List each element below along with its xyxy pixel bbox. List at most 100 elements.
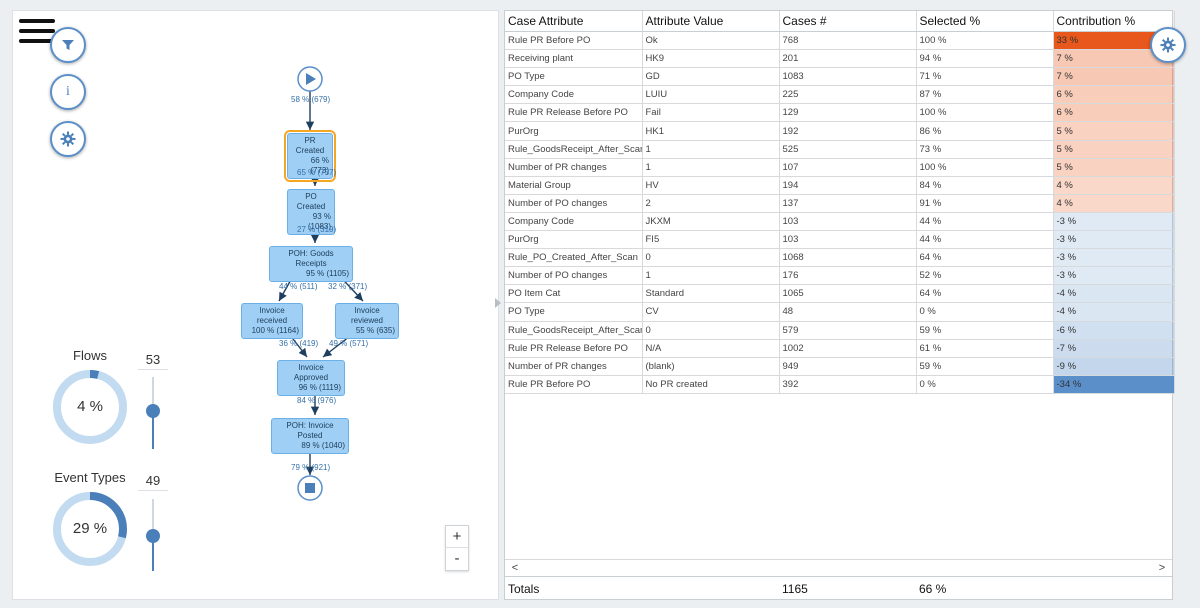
table-row[interactable]: Number of PO changes 1 176 52 % -3 % [505, 266, 1175, 286]
cell-case-attribute: PO Item Cat [505, 284, 643, 304]
cell-cases: 103 [779, 230, 917, 250]
cell-attribute-value: 1 [642, 140, 780, 159]
cell-case-attribute: Rule PR Release Before PO [505, 103, 643, 123]
cell-case-attribute: Number of PR changes [505, 158, 643, 177]
table-row[interactable]: PO Type CV 48 0 % -4 % [505, 302, 1175, 322]
table-row[interactable]: Rule PR Before PO No PR created 392 0 % -34 … [505, 375, 1175, 394]
cell-attribute-value: 1 [642, 266, 780, 286]
event-types-slider-value: 49 [138, 473, 168, 491]
column-header-cases[interactable]: Cases # [779, 11, 917, 32]
flows-slider[interactable] [145, 377, 161, 449]
cell-case-attribute: Number of PO changes [505, 194, 643, 213]
column-header-attribute-value[interactable]: Attribute Value [642, 11, 780, 32]
table-row[interactable]: Number of PO changes 2 137 91 % 4 % [505, 194, 1175, 213]
flows-title: Flows [73, 348, 107, 363]
table-row[interactable]: Rule_PO_Created_After_Scan 0 1068 64 % -3 % [505, 248, 1175, 268]
table-row[interactable]: PO Item Cat Standard 1065 64 % -4 % [505, 284, 1175, 304]
cell-case-attribute: Rule PR Release Before PO [505, 339, 643, 358]
cell-selected: 59 % [916, 321, 1054, 340]
cell-cases: 137 [779, 194, 917, 213]
panel-splitter-handle[interactable] [495, 298, 501, 308]
cell-selected: 71 % [916, 67, 1054, 87]
cell-attribute-value: No PR created [642, 375, 780, 394]
cell-cases: 48 [779, 302, 917, 322]
cell-attribute-value: N/A [642, 339, 780, 358]
node-invoice-posted[interactable]: POH: Invoice Posted 89 % (1040) [271, 418, 349, 454]
cell-attribute-value: JKXM [642, 212, 780, 232]
cell-selected: 61 % [916, 339, 1054, 358]
cell-case-attribute: PO Type [505, 67, 643, 87]
cell-contribution: -4 % [1053, 302, 1175, 322]
cell-attribute-value: 1 [642, 158, 780, 177]
cell-attribute-value: HK9 [642, 49, 780, 69]
cell-attribute-value: (blank) [642, 357, 780, 376]
cell-case-attribute: Receiving plant [505, 49, 643, 69]
cell-selected: 0 % [916, 302, 1054, 322]
node-invoice-received[interactable]: Invoice received 100 % (1164) [241, 303, 303, 339]
process-map-panel: i 58 % (679) PR Created 66 % (773) 65 % … [12, 10, 499, 600]
cell-case-attribute: Rule_GoodsReceipt_After_Scan [505, 321, 643, 340]
cell-contribution: 6 % [1053, 103, 1175, 123]
node-stat: 55 % (635) [355, 326, 395, 335]
table-row[interactable]: Rule_GoodsReceipt_After_Scan 1 525 73 % 5 % [505, 140, 1175, 159]
table-row[interactable]: Rule_GoodsReceipt_After_Scan 0 579 59 % -6 % [505, 321, 1175, 340]
cell-selected: 0 % [916, 375, 1054, 394]
node-name: POH: Goods Receipts [288, 249, 334, 268]
column-header-case-attribute[interactable]: Case Attribute [505, 11, 643, 32]
table-row[interactable]: PurOrg FI5 103 44 % -3 % [505, 230, 1175, 250]
cell-cases: 1068 [779, 248, 917, 268]
table-row[interactable]: Rule PR Release Before PO N/A 1002 61 % -7 % [505, 339, 1175, 358]
cell-case-attribute: Company Code [505, 212, 643, 232]
cell-contribution: -3 % [1053, 230, 1175, 250]
cell-selected: 44 % [916, 212, 1054, 232]
cell-case-attribute: Rule PR Before PO [505, 375, 643, 394]
zoom-out-button[interactable]: - [446, 548, 468, 570]
cell-selected: 59 % [916, 357, 1054, 376]
event-types-donut-label: 29 % [72, 520, 108, 537]
column-header-selected[interactable]: Selected % [916, 11, 1054, 32]
event-types-slider[interactable] [145, 499, 161, 571]
flows-donut-label: 4 % [77, 398, 103, 415]
totals-selected: 66 % [919, 582, 947, 596]
cell-attribute-value: HK1 [642, 121, 780, 141]
node-goods-receipts[interactable]: POH: Goods Receipts 95 % (1105) [269, 246, 353, 282]
table-row[interactable]: Material Group HV 194 84 % 4 % [505, 176, 1175, 195]
horizontal-scrollbar[interactable]: < > [505, 559, 1172, 576]
cell-contribution: -34 % [1053, 375, 1175, 394]
edge-label: 36 % (419) [279, 339, 319, 348]
node-invoice-reviewed[interactable]: Invoice reviewed 55 % (635) [335, 303, 399, 339]
cell-contribution: -7 % [1053, 339, 1175, 358]
table-row[interactable]: Number of PR changes 1 107 100 % 5 % [505, 158, 1175, 177]
table-row[interactable]: Number of PR changes (blank) 949 59 % -9 % [505, 357, 1175, 376]
cell-selected: 84 % [916, 176, 1054, 195]
column-header-contribution[interactable]: Contribution % [1053, 11, 1175, 32]
table-row[interactable]: Rule PR Release Before PO Fail 129 100 % 6 % [505, 103, 1175, 123]
gear-icon [1160, 37, 1176, 53]
table-row[interactable]: PurOrg HK1 192 86 % 5 % [505, 121, 1175, 141]
table-header-row: Case Attribute Attribute Value Cases # S… [505, 11, 1175, 32]
scroll-left-button[interactable]: < [507, 561, 523, 575]
cell-attribute-value: FI5 [642, 230, 780, 250]
stop-icon [305, 483, 315, 493]
table-row[interactable]: PO Type GD 1083 71 % 7 % [505, 67, 1175, 87]
table-row[interactable]: Rule PR Before PO Ok 768 100 % 33 % [505, 31, 1175, 51]
table-row[interactable]: Receiving plant HK9 201 94 % 7 % [505, 49, 1175, 69]
cell-case-attribute: Rule_GoodsReceipt_After_Scan [505, 140, 643, 159]
totals-row: Totals 1165 66 % [505, 576, 1172, 599]
cell-cases: 176 [779, 266, 917, 286]
cell-selected: 94 % [916, 49, 1054, 69]
cell-cases: 107 [779, 158, 917, 177]
table-settings-button[interactable] [1150, 27, 1186, 63]
cell-selected: 64 % [916, 284, 1054, 304]
node-stat: 96 % (1119) [298, 383, 341, 392]
cell-contribution: 7 % [1053, 67, 1175, 87]
flows-slider-thumb[interactable] [146, 403, 160, 418]
event-types-slider-thumb[interactable] [146, 528, 160, 543]
zoom-in-button[interactable]: + [446, 526, 468, 548]
scroll-right-button[interactable]: > [1154, 561, 1170, 575]
cell-case-attribute: PO Type [505, 302, 643, 322]
table-row[interactable]: Company Code LUIU 225 87 % 6 % [505, 85, 1175, 105]
cell-attribute-value: 0 [642, 321, 780, 340]
node-invoice-approved[interactable]: Invoice Approved 96 % (1119) [277, 360, 345, 396]
table-row[interactable]: Company Code JKXM 103 44 % -3 % [505, 212, 1175, 232]
